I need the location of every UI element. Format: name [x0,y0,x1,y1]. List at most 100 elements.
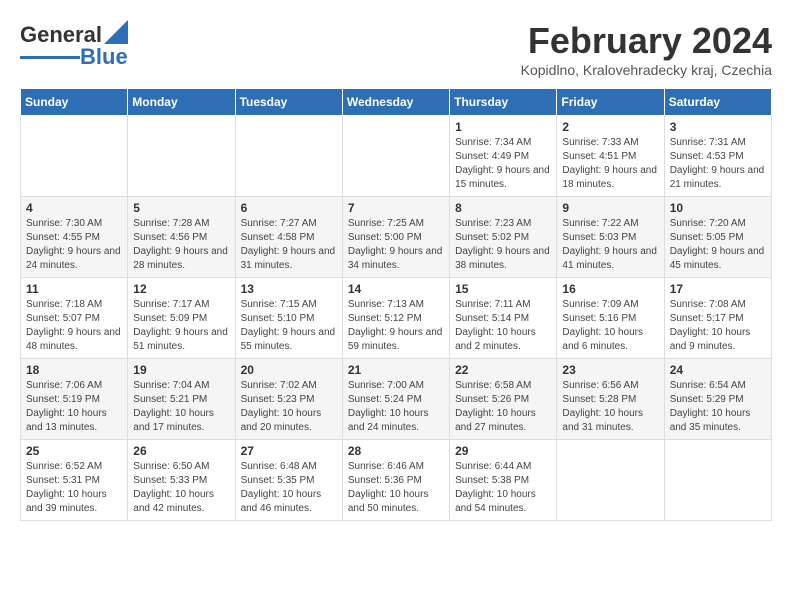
calendar-table: SundayMondayTuesdayWednesdayThursdayFrid… [20,88,772,521]
day-info: Sunrise: 7:13 AM Sunset: 5:12 PM Dayligh… [348,298,444,354]
calendar-cell: 16 Sunrise: 7:09 AM Sunset: 5:16 PM Dayli… [557,278,664,359]
day-info: Sunrise: 7:27 AM Sunset: 4:58 PM Dayligh… [241,217,337,273]
day-number: 6 [241,201,337,215]
day-number: 11 [26,282,122,296]
day-number: 26 [133,444,229,458]
day-info: Sunrise: 6:52 AM Sunset: 5:31 PM Dayligh… [26,460,122,516]
location-text: Kopidlno, Kralovehradecky kraj, Czechia [521,62,772,78]
day-number: 4 [26,201,122,215]
logo-triangle-icon [104,20,128,44]
day-number: 25 [26,444,122,458]
day-info: Sunrise: 7:20 AM Sunset: 5:05 PM Dayligh… [670,217,766,273]
calendar-cell [557,440,664,521]
calendar-cell [342,116,449,197]
logo: General Blue [20,20,128,68]
day-number: 17 [670,282,766,296]
day-number: 21 [348,363,444,377]
calendar-cell: 15Sunrise: 7:11 AM Sunset: 5:14 PM Dayli… [450,278,557,359]
day-info: Sunrise: 6:48 AM Sunset: 5:35 PM Dayligh… [241,460,337,516]
day-info: Sunrise: 7:08 AM Sunset: 5:17 PM Dayligh… [670,298,766,354]
day-info: Sunrise: 6:44 AM Sunset: 5:38 PM Dayligh… [455,460,551,516]
calendar-header: SundayMondayTuesdayWednesdayThursdayFrid… [21,89,772,116]
day-header-monday: Monday [128,89,235,116]
calendar-cell [235,116,342,197]
week-row-2: 4 Sunrise: 7:30 AM Sunset: 4:55 PM Daylig… [21,197,772,278]
day-number: 13 [241,282,337,296]
day-info: Sunrise: 6:50 AM Sunset: 5:33 PM Dayligh… [133,460,229,516]
month-year-title: February 2024 [521,20,772,62]
calendar-cell: 18 Sunrise: 7:06 AM Sunset: 5:19 PM Dayli… [21,359,128,440]
day-number: 18 [26,363,122,377]
day-number: 24 [670,363,766,377]
day-info: Sunrise: 7:18 AM Sunset: 5:07 PM Dayligh… [26,298,122,354]
day-header-saturday: Saturday [664,89,771,116]
calendar-cell: 10 Sunrise: 7:20 AM Sunset: 5:05 PM Dayli… [664,197,771,278]
calendar-cell: 24 Sunrise: 6:54 AM Sunset: 5:29 PM Dayli… [664,359,771,440]
calendar-cell: 25 Sunrise: 6:52 AM Sunset: 5:31 PM Dayli… [21,440,128,521]
calendar-cell: 1Sunrise: 7:34 AM Sunset: 4:49 PM Daylig… [450,116,557,197]
title-section: February 2024 Kopidlno, Kralovehradecky … [521,20,772,78]
day-number: 19 [133,363,229,377]
day-header-sunday: Sunday [21,89,128,116]
day-info: Sunrise: 6:58 AM Sunset: 5:26 PM Dayligh… [455,379,551,435]
day-info: Sunrise: 7:31 AM Sunset: 4:53 PM Dayligh… [670,136,766,192]
day-info: Sunrise: 6:56 AM Sunset: 5:28 PM Dayligh… [562,379,658,435]
day-info: Sunrise: 7:00 AM Sunset: 5:24 PM Dayligh… [348,379,444,435]
day-number: 20 [241,363,337,377]
day-number: 29 [455,444,551,458]
calendar-cell: 28Sunrise: 6:46 AM Sunset: 5:36 PM Dayli… [342,440,449,521]
calendar-cell: 20 Sunrise: 7:02 AM Sunset: 5:23 PM Dayli… [235,359,342,440]
day-number: 1 [455,120,551,134]
day-info: Sunrise: 7:15 AM Sunset: 5:10 PM Dayligh… [241,298,337,354]
day-info: Sunrise: 7:04 AM Sunset: 5:21 PM Dayligh… [133,379,229,435]
day-info: Sunrise: 6:54 AM Sunset: 5:29 PM Dayligh… [670,379,766,435]
calendar-cell: 26 Sunrise: 6:50 AM Sunset: 5:33 PM Dayli… [128,440,235,521]
calendar-body: 1Sunrise: 7:34 AM Sunset: 4:49 PM Daylig… [21,116,772,521]
calendar-cell: 6 Sunrise: 7:27 AM Sunset: 4:58 PM Daylig… [235,197,342,278]
calendar-cell: 11 Sunrise: 7:18 AM Sunset: 5:07 PM Dayli… [21,278,128,359]
calendar-cell: 9 Sunrise: 7:22 AM Sunset: 5:03 PM Daylig… [557,197,664,278]
calendar-cell: 21 Sunrise: 7:00 AM Sunset: 5:24 PM Dayli… [342,359,449,440]
calendar-cell [664,440,771,521]
calendar-cell: 14Sunrise: 7:13 AM Sunset: 5:12 PM Dayli… [342,278,449,359]
day-number: 10 [670,201,766,215]
day-info: Sunrise: 7:09 AM Sunset: 5:16 PM Dayligh… [562,298,658,354]
day-header-thursday: Thursday [450,89,557,116]
day-info: Sunrise: 7:17 AM Sunset: 5:09 PM Dayligh… [133,298,229,354]
day-info: Sunrise: 7:30 AM Sunset: 4:55 PM Dayligh… [26,217,122,273]
day-number: 23 [562,363,658,377]
calendar-cell: 4 Sunrise: 7:30 AM Sunset: 4:55 PM Daylig… [21,197,128,278]
calendar-cell [21,116,128,197]
logo-text: General [20,24,102,46]
calendar-cell: 22 Sunrise: 6:58 AM Sunset: 5:26 PM Dayli… [450,359,557,440]
page-header: General Blue February 2024 Kopidlno, Kra… [20,20,772,78]
calendar-cell: 29 Sunrise: 6:44 AM Sunset: 5:38 PM Dayli… [450,440,557,521]
day-number: 22 [455,363,551,377]
calendar-cell [128,116,235,197]
day-info: Sunrise: 7:02 AM Sunset: 5:23 PM Dayligh… [241,379,337,435]
day-number: 2 [562,120,658,134]
week-row-5: 25 Sunrise: 6:52 AM Sunset: 5:31 PM Dayli… [21,440,772,521]
day-number: 12 [133,282,229,296]
day-number: 3 [670,120,766,134]
calendar-cell: 17 Sunrise: 7:08 AM Sunset: 5:17 PM Dayli… [664,278,771,359]
day-info: Sunrise: 7:22 AM Sunset: 5:03 PM Dayligh… [562,217,658,273]
day-number: 9 [562,201,658,215]
day-number: 16 [562,282,658,296]
day-info: Sunrise: 6:46 AM Sunset: 5:36 PM Dayligh… [348,460,444,516]
day-info: Sunrise: 7:06 AM Sunset: 5:19 PM Dayligh… [26,379,122,435]
calendar-cell: 3 Sunrise: 7:31 AM Sunset: 4:53 PM Daylig… [664,116,771,197]
calendar-cell: 5Sunrise: 7:28 AM Sunset: 4:56 PM Daylig… [128,197,235,278]
day-info: Sunrise: 7:23 AM Sunset: 5:02 PM Dayligh… [455,217,551,273]
calendar-cell: 27Sunrise: 6:48 AM Sunset: 5:35 PM Dayli… [235,440,342,521]
day-info: Sunrise: 7:25 AM Sunset: 5:00 PM Dayligh… [348,217,444,273]
header-row: SundayMondayTuesdayWednesdayThursdayFrid… [21,89,772,116]
calendar-cell: 2Sunrise: 7:33 AM Sunset: 4:51 PM Daylig… [557,116,664,197]
calendar-cell: 7 Sunrise: 7:25 AM Sunset: 5:00 PM Daylig… [342,197,449,278]
calendar-cell: 12 Sunrise: 7:17 AM Sunset: 5:09 PM Dayli… [128,278,235,359]
calendar-cell: 13 Sunrise: 7:15 AM Sunset: 5:10 PM Dayli… [235,278,342,359]
day-number: 7 [348,201,444,215]
day-number: 5 [133,201,229,215]
calendar-cell: 8 Sunrise: 7:23 AM Sunset: 5:02 PM Daylig… [450,197,557,278]
day-number: 8 [455,201,551,215]
